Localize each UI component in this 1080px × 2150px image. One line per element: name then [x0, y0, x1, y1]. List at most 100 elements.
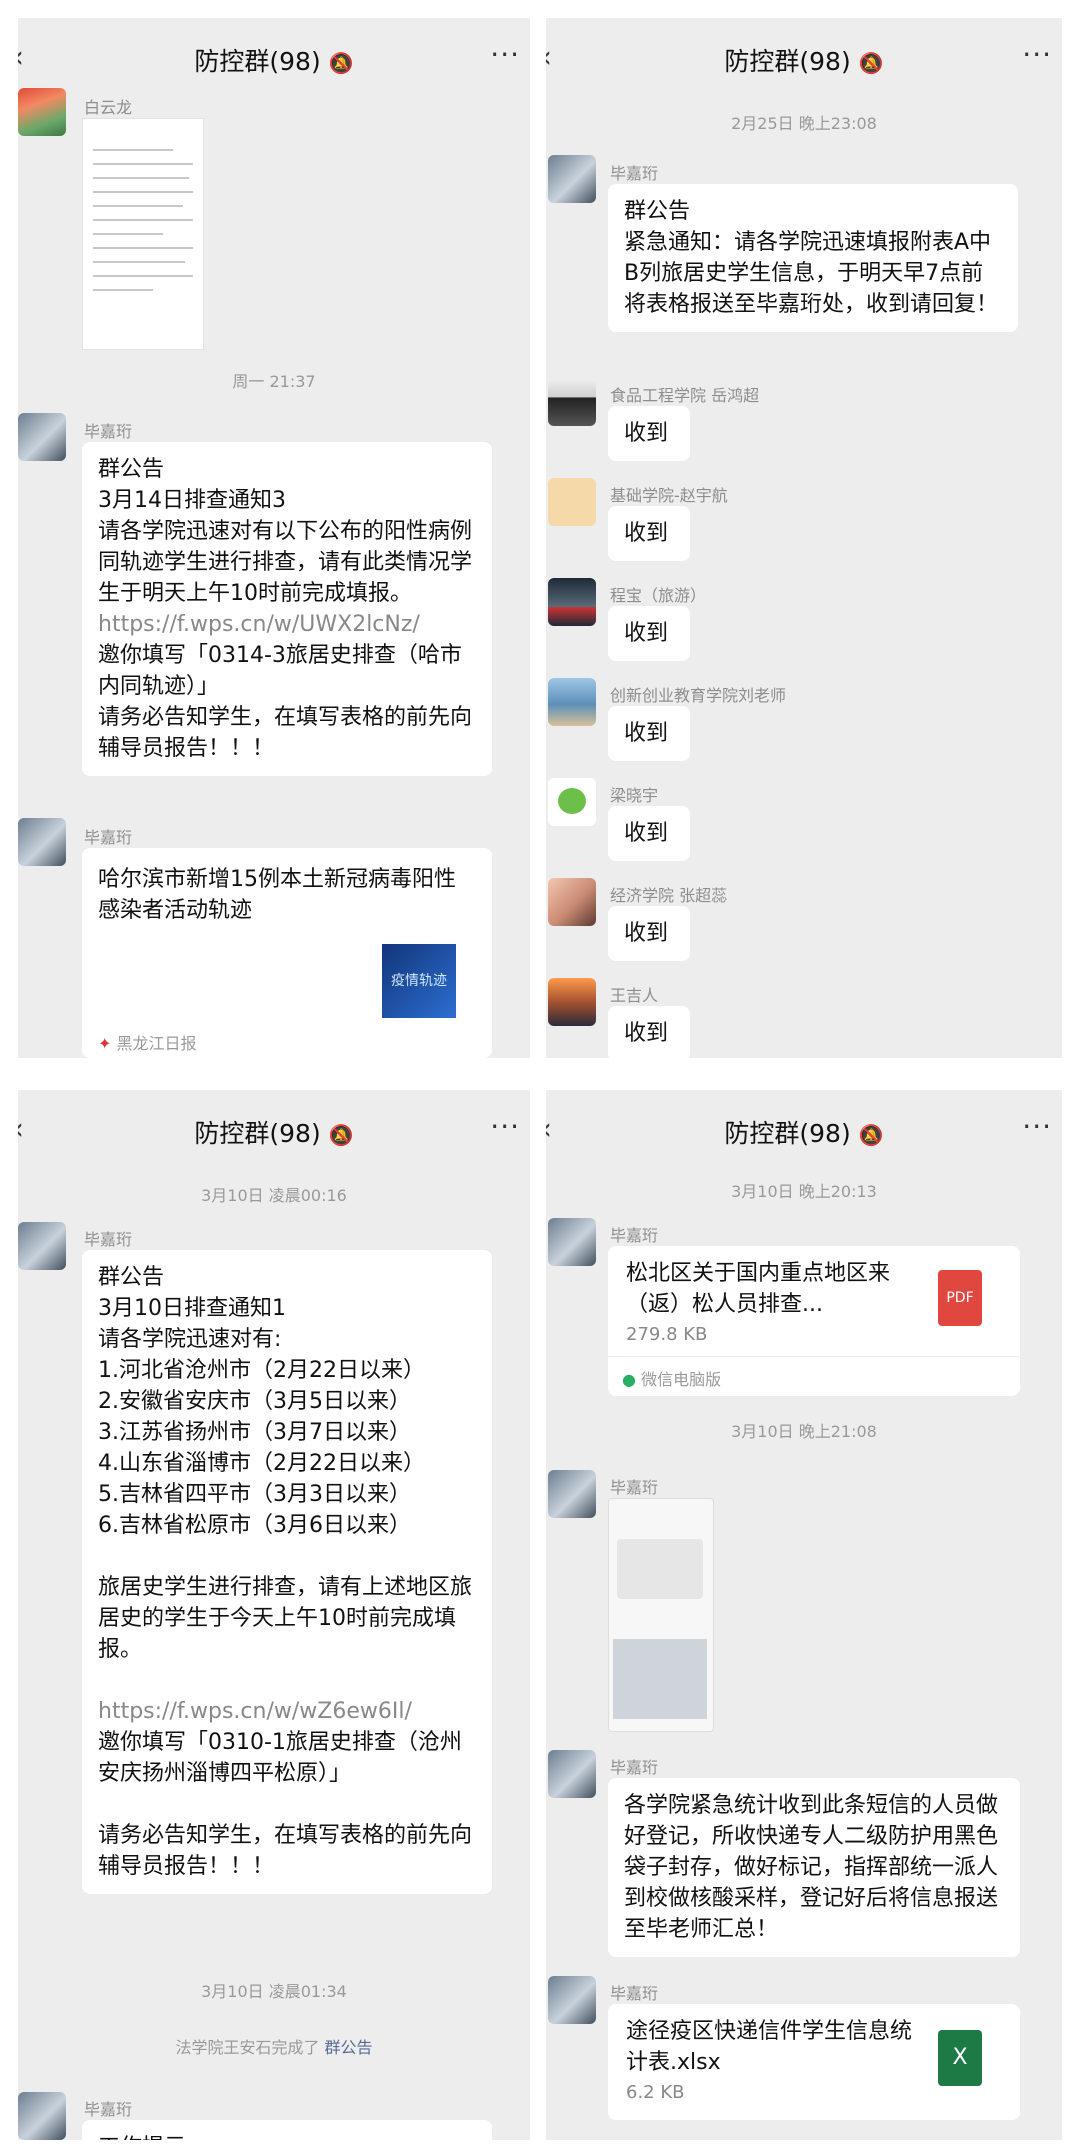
reply-bubble[interactable]: 收到	[608, 806, 690, 861]
mute-icon: 🔕	[328, 1123, 354, 1147]
article-source: ✦ 黑龙江日报	[98, 1030, 197, 1054]
avatar[interactable]	[548, 678, 596, 726]
message-text: 邀你填写「0314-3旅居史排查（哈市内同轨迹）」 请务必告知学生，在填写表格的…	[98, 643, 473, 761]
timestamp: 3月10日 凌晨01:34	[201, 1982, 347, 2001]
avatar[interactable]	[548, 1976, 596, 2024]
avatar[interactable]	[18, 88, 66, 136]
chat-screenshot-1: ‹ 防控群(98)🔕 ··· 白云龙 周一 21:37 毕嘉珩 群公告 3月14…	[18, 18, 530, 1058]
phone-screenshot-image[interactable]	[608, 1498, 714, 1732]
chat-header: ‹ 防控群(98)🔕 ···	[546, 1090, 1062, 1170]
timestamp: 周一 21:37	[232, 372, 316, 391]
sender-name: 创新创业教育学院刘老师	[610, 686, 787, 705]
avatar[interactable]	[18, 818, 66, 866]
divider	[608, 1356, 1020, 1357]
reply-bubble[interactable]: 收到	[608, 1006, 690, 1058]
timestamp: 3月10日 凌晨00:16	[201, 1186, 347, 1205]
chat-screenshot-2: ‹ 防控群(98)🔕 ··· 2月25日 晚上23:08 毕嘉珩 群公告 紧急通…	[546, 18, 1062, 1058]
article-thumbnail: 疫情轨迹	[382, 944, 456, 1018]
announcement-bubble[interactable]: 群公告 紧急通知：请各学院迅速填报附表A中B列旅居史学生信息，于明天早7点前将表…	[608, 184, 1018, 332]
mute-icon: 🔕	[328, 51, 354, 75]
wechat-icon: ●	[622, 1370, 636, 1389]
announcement-bubble[interactable]: 群公告 3月10日排查通知1 请各学院迅速对有: 1.河北省沧州市（2月22日以…	[82, 1250, 492, 1894]
announcement-bubble[interactable]: 工作提示	[82, 2120, 492, 2140]
mute-icon: 🔕	[858, 51, 884, 75]
sender-name: 食品工程学院 岳鸿超	[610, 386, 760, 405]
announcement-bubble[interactable]: 群公告 3月14日排查通知3 请各学院迅速对有以下公布的阳性病例同轨迹学生进行排…	[82, 442, 492, 776]
sender-name: 梁晓宇	[610, 786, 659, 805]
article-card[interactable]: 哈尔滨市新增15例本土新冠病毒阳性感染者活动轨迹 疫情轨迹 ✦ 黑龙江日报	[82, 848, 492, 1058]
avatar[interactable]	[548, 478, 596, 526]
chat-screenshot-4: ‹ 防控群(98)🔕 ··· 3月10日 晚上20:13 毕嘉珩 松北区关于国内…	[546, 1090, 1062, 2140]
file-message-pdf[interactable]: 松北区关于国内重点地区来（返）松人员排查... 279.8 KB PDF ● 微…	[608, 1246, 1020, 1396]
sender-name: 基础学院-赵宇航	[610, 486, 728, 505]
more-options-icon[interactable]: ···	[1022, 1110, 1052, 1143]
mute-icon: 🔕	[858, 1123, 884, 1147]
source-logo-icon: ✦	[98, 1034, 112, 1053]
sender-name: 毕嘉珩	[84, 1230, 133, 1249]
avatar[interactable]	[548, 1218, 596, 1266]
notice-text: 法学院王安石完成了	[175, 2038, 320, 2057]
file-source: ● 微信电脑版	[622, 1366, 721, 1390]
reply-bubble[interactable]: 收到	[608, 706, 690, 761]
sender-name: 毕嘉珩	[84, 422, 133, 441]
notice-link[interactable]: 群公告	[325, 2038, 373, 2057]
sender-name: 毕嘉珩	[610, 1226, 659, 1245]
reply-bubble[interactable]: 收到	[608, 406, 690, 461]
sender-name: 毕嘉珩	[84, 2100, 133, 2119]
chat-title: 防控群(98)	[194, 47, 321, 76]
reply-bubble[interactable]: 收到	[608, 906, 690, 961]
avatar[interactable]	[548, 155, 596, 203]
reply-bubble[interactable]: 收到	[608, 506, 690, 561]
more-options-icon[interactable]: ···	[1022, 38, 1052, 71]
chat-header: ‹ 防控群(98)🔕 ···	[18, 18, 530, 98]
timestamp: 2月25日 晚上23:08	[731, 114, 877, 133]
more-options-icon[interactable]: ···	[490, 1110, 520, 1143]
sender-name: 毕嘉珩	[610, 1984, 659, 2003]
avatar[interactable]	[18, 2092, 66, 2140]
file-message-xlsx[interactable]: 途径疫区快递信件学生信息统计表.xlsx 6.2 KB X	[608, 2004, 1020, 2120]
timestamp: 3月10日 晚上21:08	[731, 1422, 877, 1441]
file-source-label: 微信电脑版	[641, 1370, 722, 1389]
sender-name: 王吉人	[610, 986, 659, 1005]
file-size: 6.2 KB	[626, 2082, 685, 2103]
file-name: 松北区关于国内重点地区来（返）松人员排查...	[626, 1261, 891, 1317]
sender-name: 毕嘉珩	[610, 164, 659, 183]
timestamp: 3月10日 晚上20:13	[731, 1182, 877, 1201]
excel-file-icon: X	[938, 2030, 982, 2086]
chat-header: ‹ 防控群(98)🔕 ···	[18, 1090, 530, 1170]
message-text: 邀你填写「0310-1旅居史排查（沧州安庆扬州淄博四平松原）」 请务必告知学生，…	[98, 1730, 473, 1879]
document-image-thumbnail[interactable]	[82, 118, 204, 350]
reply-bubble[interactable]: 收到	[608, 606, 690, 661]
avatar[interactable]	[548, 1470, 596, 1518]
avatar[interactable]	[548, 778, 596, 826]
chat-header: ‹ 防控群(98)🔕 ···	[546, 18, 1062, 98]
message-link[interactable]: https://f.wps.cn/w/wZ6ew6Il/	[98, 1699, 412, 1724]
sender-name: 毕嘉珩	[610, 1478, 659, 1497]
source-name: 黑龙江日报	[116, 1034, 197, 1053]
avatar[interactable]	[548, 1750, 596, 1798]
message-bubble[interactable]: 各学院紧急统计收到此条短信的人员做好登记，所收快递专人二级防护用黑色袋子封存，做…	[608, 1778, 1020, 1957]
keyboard	[613, 1639, 707, 1719]
chat-title: 防控群(98)	[194, 1119, 321, 1148]
sender-name: 毕嘉珩	[610, 1758, 659, 1777]
chat-title: 防控群(98)	[724, 47, 851, 76]
avatar[interactable]	[548, 378, 596, 426]
sms-bubble	[617, 1539, 703, 1599]
avatar[interactable]	[18, 413, 66, 461]
sender-name: 白云龙	[84, 98, 133, 117]
avatar[interactable]	[548, 578, 596, 626]
message-text: 群公告 3月10日排查通知1 请各学院迅速对有: 1.河北省沧州市（2月22日以…	[98, 1265, 473, 1662]
avatar[interactable]	[548, 978, 596, 1026]
pdf-file-icon: PDF	[938, 1270, 982, 1326]
sender-name: 毕嘉珩	[84, 828, 133, 847]
chat-title: 防控群(98)	[724, 1119, 851, 1148]
sender-name: 程宝（旅游）	[610, 586, 707, 605]
chat-screenshot-3: ‹ 防控群(98)🔕 ··· 3月10日 凌晨00:16 毕嘉珩 群公告 3月1…	[18, 1090, 530, 2140]
file-name: 途径疫区快递信件学生信息统计表.xlsx	[626, 2019, 913, 2075]
sender-name: 经济学院 张超蕊	[610, 886, 728, 905]
avatar[interactable]	[18, 1222, 66, 1270]
file-size: 279.8 KB	[626, 1324, 708, 1345]
message-link[interactable]: https://f.wps.cn/w/UWX2lcNz/	[98, 612, 420, 637]
avatar[interactable]	[548, 878, 596, 926]
more-options-icon[interactable]: ···	[490, 38, 520, 71]
